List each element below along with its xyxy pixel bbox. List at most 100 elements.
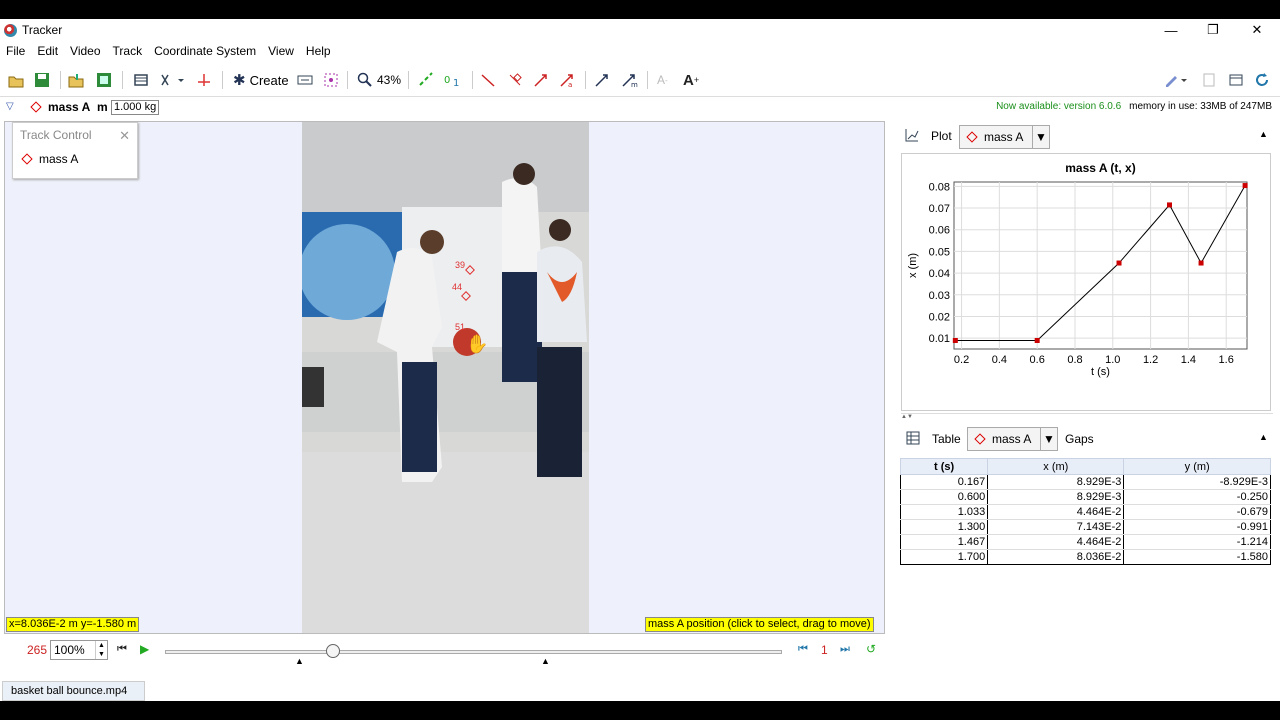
- collapse-triangle-icon[interactable]: ▽: [6, 101, 14, 112]
- play-icon[interactable]: ▶: [140, 642, 149, 656]
- window-layout-icon[interactable]: [1229, 71, 1243, 89]
- timeline-slider[interactable]: [165, 650, 782, 654]
- cell-x[interactable]: 7.143E-2: [987, 519, 1125, 535]
- table-track-combo[interactable]: mass A ▼: [967, 427, 1058, 451]
- file-tab[interactable]: basket ball bounce.mp4: [2, 681, 145, 701]
- datatrack-icon[interactable]: [297, 71, 313, 89]
- column-header-t[interactable]: t (s): [899, 458, 989, 475]
- table-row[interactable]: 0.167 8.929E-3 -8.929E-3: [899, 474, 1271, 490]
- calibration-tools-icon[interactable]: [160, 71, 184, 89]
- cell-t[interactable]: 1.700: [899, 549, 989, 565]
- frame-number[interactable]: 265: [27, 643, 47, 657]
- menu-coordinate-system[interactable]: Coordinate System: [148, 44, 262, 58]
- notes-icon[interactable]: [1203, 71, 1215, 89]
- zoom-button[interactable]: 43%: [357, 71, 401, 89]
- export-icon[interactable]: [96, 71, 112, 89]
- chart-title: mass A (t, x): [1065, 161, 1135, 175]
- cell-y[interactable]: -8.929E-3: [1123, 474, 1271, 490]
- menu-view[interactable]: View: [262, 44, 300, 58]
- menu-file[interactable]: File: [0, 44, 31, 58]
- table-track-label: mass A: [992, 432, 1032, 446]
- center-of-mass-icon[interactable]: [594, 71, 612, 89]
- cell-t[interactable]: 0.600: [899, 489, 989, 505]
- menu-video[interactable]: Video: [64, 44, 106, 58]
- cell-x[interactable]: 8.929E-3: [987, 489, 1125, 505]
- menu-track[interactable]: Track: [107, 44, 149, 58]
- acceleration-icon[interactable]: a: [559, 71, 575, 89]
- cell-t[interactable]: 0.167: [899, 474, 989, 490]
- splitter[interactable]: ▲▼: [901, 413, 1273, 420]
- plot-area[interactable]: 0.2 0.4 0.6 0.8 1.0 1.2 1.4 1.6 0.01 0.02 0.03 0.04…: [901, 153, 1271, 411]
- end-marker-icon[interactable]: ▲: [541, 656, 550, 666]
- clip-settings-icon[interactable]: [134, 71, 148, 89]
- zoom-value: 100%: [54, 643, 85, 657]
- data-point: [1116, 260, 1122, 266]
- cell-x[interactable]: 8.036E-2: [987, 549, 1125, 565]
- cell-x[interactable]: 4.464E-2: [987, 504, 1125, 520]
- svg-text:0: 0: [444, 75, 450, 86]
- step-back-icon[interactable]: ⏮: [798, 643, 808, 656]
- minimize-icon[interactable]: —: [1149, 19, 1193, 41]
- position-icon[interactable]: [507, 71, 523, 89]
- cell-y[interactable]: -0.250: [1123, 489, 1271, 505]
- autotracker-icon[interactable]: [323, 71, 339, 89]
- video-frame[interactable]: 39 44 51 ✋: [302, 122, 589, 633]
- plot-header: Plot mass A ▼ ▲: [897, 122, 1274, 151]
- x-tick-label: 1.0: [1105, 354, 1120, 366]
- data-table[interactable]: t (s) x (m) y (m) 0.167 8.929E-3 -8.929E-3…: [899, 458, 1271, 568]
- table-row[interactable]: 1.033 4.464E-2 -0.679: [899, 504, 1271, 520]
- mass-field[interactable]: 1.000 kg: [111, 100, 159, 115]
- step-size[interactable]: 1: [821, 643, 828, 657]
- plot-track-combo[interactable]: mass A ▼: [959, 125, 1050, 149]
- save-icon[interactable]: [34, 71, 50, 89]
- chevron-up-icon[interactable]: ▲: [1259, 432, 1268, 442]
- cell-t[interactable]: 1.467: [899, 534, 989, 550]
- cell-x[interactable]: 4.464E-2: [987, 534, 1125, 550]
- font-larger-icon[interactable]: A +: [683, 71, 699, 89]
- y-tick-label: 0.04: [929, 268, 950, 280]
- font-smaller-icon[interactable]: A-: [657, 71, 668, 89]
- track-control-item[interactable]: mass A: [13, 152, 137, 166]
- table-row[interactable]: 1.467 4.464E-2 -1.214: [899, 534, 1271, 550]
- chevron-up-icon[interactable]: ▲: [1259, 129, 1268, 139]
- column-header-x[interactable]: x (m): [987, 458, 1125, 475]
- update-available-link[interactable]: Now available: version 6.0.6: [996, 101, 1121, 112]
- video-panel[interactable]: 39 44 51 ✋ Track Control ✕ mass A x=8.03…: [4, 121, 885, 634]
- cell-t[interactable]: 1.033: [899, 504, 989, 520]
- cell-y[interactable]: -0.991: [1123, 519, 1271, 535]
- cell-y[interactable]: -1.214: [1123, 534, 1271, 550]
- open-folder-icon[interactable]: [8, 71, 25, 89]
- trails-icon[interactable]: [418, 71, 434, 89]
- menu-edit[interactable]: Edit: [31, 44, 64, 58]
- memory-status[interactable]: memory in use: 33MB of 247MB: [1129, 101, 1272, 112]
- axes-icon[interactable]: [197, 71, 211, 89]
- table-row[interactable]: 0.600 8.929E-3 -0.250: [899, 489, 1271, 505]
- column-header-y[interactable]: y (m): [1123, 458, 1271, 475]
- start-marker-icon[interactable]: ▲: [295, 656, 304, 666]
- restore-icon[interactable]: ❐: [1191, 19, 1235, 41]
- track-name[interactable]: mass A: [48, 100, 90, 114]
- labels-icon[interactable]: 01: [444, 71, 464, 89]
- reset-icon[interactable]: ⏮: [117, 643, 127, 656]
- table-row[interactable]: 1.300 7.143E-2 -0.991: [899, 519, 1271, 535]
- momentum-icon[interactable]: m: [621, 71, 639, 89]
- path-icon[interactable]: [480, 71, 496, 89]
- refresh-icon[interactable]: [1254, 71, 1270, 89]
- cell-t[interactable]: 1.300: [899, 519, 989, 535]
- close-icon[interactable]: ✕: [1235, 19, 1279, 41]
- step-forward-icon[interactable]: ⏭: [840, 643, 850, 656]
- import-icon[interactable]: [68, 71, 85, 89]
- slider-thumb[interactable]: [326, 644, 340, 658]
- cell-y[interactable]: -0.679: [1123, 504, 1271, 520]
- menu-help[interactable]: Help: [300, 44, 337, 58]
- loop-icon[interactable]: ↺: [866, 642, 876, 656]
- pencil-icon[interactable]: [1164, 71, 1188, 89]
- gaps-button[interactable]: Gaps: [1065, 432, 1094, 446]
- close-icon[interactable]: ✕: [119, 128, 130, 144]
- cell-x[interactable]: 8.929E-3: [987, 474, 1125, 490]
- cell-y[interactable]: -1.580: [1123, 549, 1271, 565]
- create-track-button[interactable]: ✱ Create: [233, 71, 289, 89]
- velocity-icon[interactable]: [533, 71, 549, 89]
- table-row[interactable]: 1.700 8.036E-2 -1.580: [899, 549, 1271, 565]
- zoom-spinner[interactable]: 100% ▲ ▼: [50, 640, 108, 660]
